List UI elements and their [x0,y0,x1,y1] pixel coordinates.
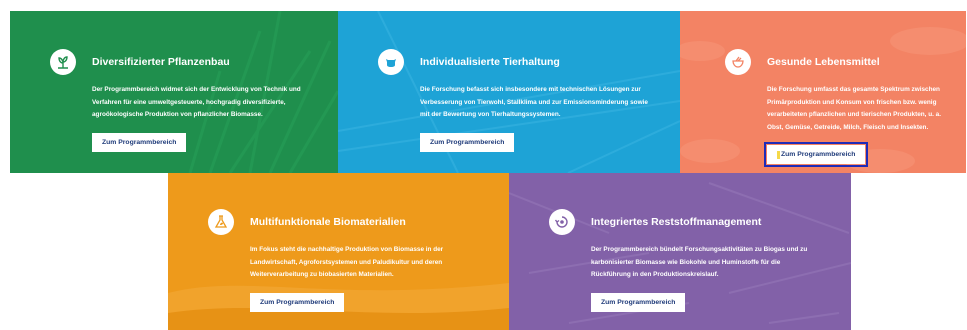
program-button[interactable]: Zum Programmbereich [763,142,869,168]
tile-title: Multifunktionale Biomaterialien [250,215,406,228]
cow-icon [378,49,404,75]
program-tile-tierhaltung: Individualisierte Tierhaltung Die Forsch… [338,11,680,173]
tile-title: Individualisierte Tierhaltung [420,55,560,68]
recycle-icon [549,209,575,235]
button-label: Zum Programmbereich [781,151,856,159]
program-tile-biomaterialien: Multifunktionale Biomaterialien Im Fokus… [168,173,509,330]
program-button[interactable]: Zum Programmbereich [250,292,345,312]
plant-icon [50,49,76,75]
tile-description: Der Programmbereich widmet sich der Entw… [92,86,301,119]
program-tile-pflanzenbau: Diversifizierter Pflanzenbau Der Program… [10,11,338,173]
program-button[interactable]: Zum Programmbereich [420,132,515,152]
tile-title: Diversifizierter Pflanzenbau [92,55,230,68]
food-bowl-icon [725,49,751,75]
program-button[interactable]: Zum Programmbereich [92,132,187,152]
program-button[interactable]: Zum Programmbereich [591,292,686,312]
flask-leaf-icon [208,209,234,235]
program-tile-reststoffmanagement: Integriertes Reststoffmanagement Der Pro… [509,173,851,330]
tile-description: Der Programmbereich bündelt Forschungsak… [591,246,808,279]
tile-description: Im Fokus steht die nachhaltige Produktio… [250,246,444,279]
program-tile-lebensmittel: Gesunde Lebensmittel Die Forschung umfas… [680,11,966,173]
text-cursor-icon [777,150,780,159]
tile-description: Die Forschung befasst sich insbesondere … [420,86,648,119]
tile-description: Die Forschung umfasst das gesamte Spektr… [767,86,942,131]
tile-title: Gesunde Lebensmittel [767,55,880,68]
tile-title: Integriertes Reststoffmanagement [591,215,762,228]
